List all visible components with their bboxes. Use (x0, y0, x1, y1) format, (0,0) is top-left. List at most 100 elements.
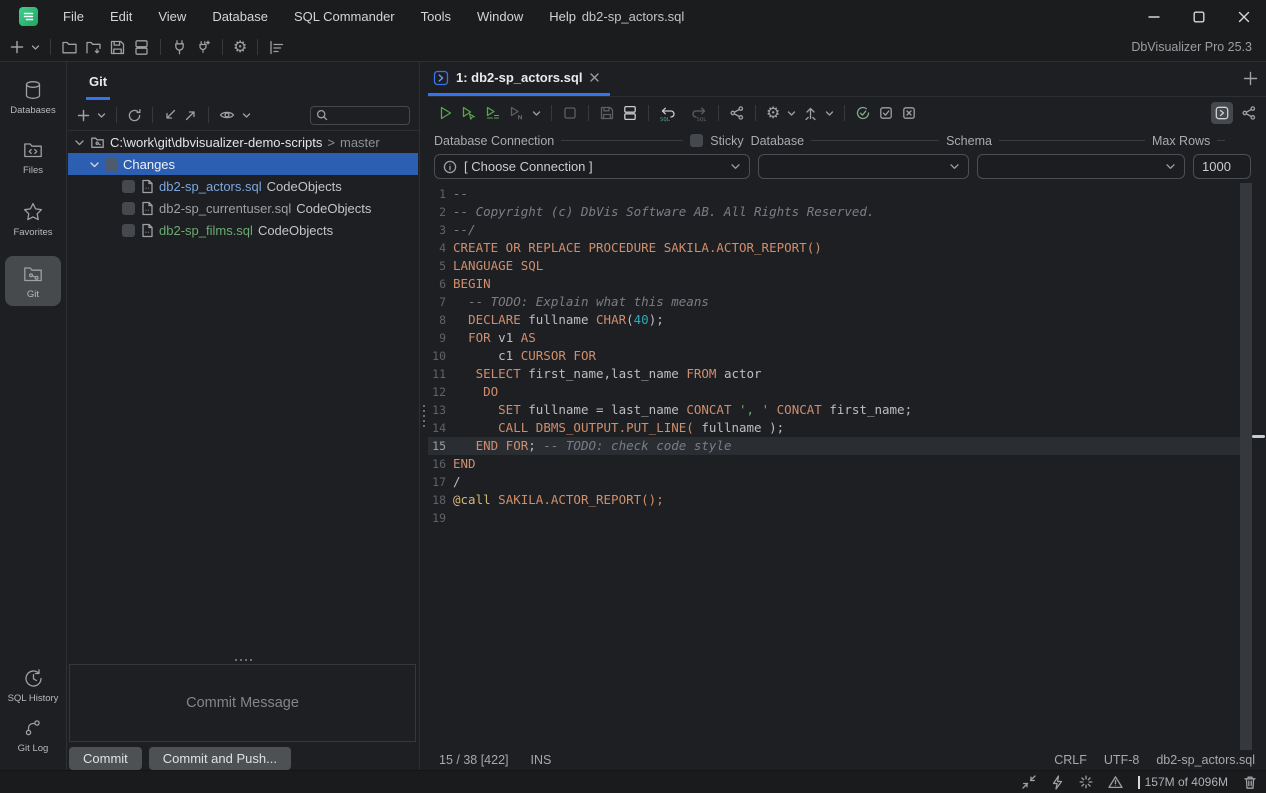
code-line[interactable]: 15 END FOR; -- TODO: check code style (428, 437, 1240, 455)
code-line[interactable]: 6BEGIN (428, 275, 1240, 293)
git-file-row[interactable]: db2-sp_currentuser.sqlCodeObjects (68, 197, 418, 219)
stop-button[interactable] (562, 105, 578, 121)
sidebar-item-databases[interactable]: Databases (5, 72, 61, 122)
sidebar-item-git[interactable]: Git (5, 256, 61, 306)
code-line[interactable]: 9 FOR v1 AS (428, 329, 1240, 347)
open-file-icon[interactable] (61, 39, 78, 56)
git-panel-tab[interactable]: Git (86, 68, 110, 100)
menu-database[interactable]: Database (199, 9, 281, 24)
editor-save-all-icon[interactable] (622, 105, 638, 121)
load-chevron-icon[interactable] (825, 109, 834, 118)
file-checkbox[interactable] (122, 202, 135, 215)
menu-tools[interactable]: Tools (408, 9, 464, 24)
previous-sql-icon[interactable]: SQL (659, 105, 680, 122)
code-line[interactable]: 4CREATE OR REPLACE PROCEDURE SAKILA.ACTO… (428, 239, 1240, 257)
code-line[interactable]: 18@call SAKILA.ACTOR_REPORT(); (428, 491, 1240, 509)
lightning-icon[interactable] (1051, 775, 1064, 790)
view-options-eye-icon[interactable] (219, 107, 235, 123)
max-rows-input[interactable] (1193, 154, 1251, 179)
changes-tree-row[interactable]: Changes (68, 153, 418, 175)
minimize-button[interactable] (1131, 0, 1176, 33)
sql-code-editor[interactable]: 1--2-- Copyright (c) DbVis Software AB. … (428, 183, 1240, 750)
code-line[interactable]: 17/ (428, 473, 1240, 491)
editor-tab-active[interactable]: 1: db2-sp_actors.sql (428, 62, 610, 96)
connection-select[interactable]: [ Choose Connection ] (434, 154, 750, 179)
git-search-input[interactable] (332, 108, 402, 122)
code-line[interactable]: 3--/ (428, 221, 1240, 239)
toggle-editor-panel-button[interactable] (1211, 102, 1233, 124)
execution-plan-icon[interactable] (729, 105, 745, 121)
right-panel-grip[interactable] (1252, 435, 1265, 438)
close-button[interactable] (1221, 0, 1266, 33)
git-push-icon[interactable] (184, 108, 198, 122)
code-line[interactable]: 10 c1 CURSOR FOR (428, 347, 1240, 365)
code-line[interactable]: 12 DO (428, 383, 1240, 401)
collapse-arrows-icon[interactable] (1022, 775, 1036, 789)
save-icon[interactable] (109, 39, 126, 56)
menu-window[interactable]: Window (464, 9, 536, 24)
sort-bars-icon[interactable] (268, 39, 285, 56)
settings-gear-icon[interactable]: ⚙ (233, 39, 247, 55)
code-line[interactable]: 13 SET fullname = last_name CONCAT ', ' … (428, 401, 1240, 419)
editor-save-icon[interactable] (599, 105, 615, 121)
menu-file[interactable]: File (50, 9, 97, 24)
commit-check-icon[interactable] (855, 105, 871, 121)
schema-select[interactable] (977, 154, 1185, 179)
code-line[interactable]: 19 (428, 509, 1240, 527)
code-line[interactable]: 2-- Copyright (c) DbVis Software AB. All… (428, 203, 1240, 221)
commit-and-push-button[interactable]: Commit and Push... (149, 747, 291, 770)
execute-buffer-button[interactable] (484, 105, 501, 121)
menu-sql-commander[interactable]: SQL Commander (281, 9, 408, 24)
editor-settings-gear-icon[interactable]: ⚙ (766, 105, 780, 121)
next-sql-icon[interactable]: SQL (687, 105, 708, 122)
git-pull-icon[interactable] (163, 108, 177, 122)
git-add-button[interactable] (77, 109, 90, 122)
tab-close-icon[interactable] (589, 72, 600, 83)
git-splitter-handle[interactable] (68, 655, 419, 664)
file-checkbox[interactable] (122, 180, 135, 193)
new-tab-chevron-icon[interactable] (31, 43, 40, 52)
changes-checkbox[interactable] (105, 158, 118, 171)
spinner-icon[interactable] (1079, 775, 1093, 789)
code-line[interactable]: 16END (428, 455, 1240, 473)
menu-edit[interactable]: Edit (97, 9, 145, 24)
chevron-expanded-icon[interactable] (89, 159, 100, 170)
disconnect-icon[interactable] (195, 39, 212, 56)
execute-explain-button[interactable] (508, 105, 525, 121)
add-editor-tab-button[interactable] (1243, 71, 1258, 86)
file-checkbox[interactable] (122, 224, 135, 237)
sidebar-item-files[interactable]: Files (5, 132, 61, 182)
checkbox-check-icon[interactable] (878, 105, 894, 121)
execute-current-button[interactable] (460, 105, 477, 121)
commit-button[interactable]: Commit (69, 747, 142, 770)
code-line[interactable]: 7 -- TODO: Explain what this means (428, 293, 1240, 311)
chevron-expanded-icon[interactable] (74, 137, 85, 148)
memory-indicator[interactable]: 157M of 4096M (1138, 775, 1228, 789)
editor-scrollbar[interactable] (1240, 183, 1252, 750)
open-recent-icon[interactable] (85, 39, 102, 56)
load-script-icon[interactable] (803, 105, 818, 121)
view-options-chevron-icon[interactable] (242, 111, 251, 120)
execute-options-chevron-icon[interactable] (532, 109, 541, 118)
maximize-button[interactable] (1176, 0, 1221, 33)
panel-splitter[interactable] (421, 62, 428, 770)
git-file-row[interactable]: db2-sp_actors.sqlCodeObjects (68, 175, 418, 197)
commit-message-input[interactable]: Commit Message (69, 664, 416, 742)
trash-icon[interactable] (1243, 775, 1257, 790)
git-refresh-icon[interactable] (127, 108, 142, 123)
save-all-icon[interactable] (133, 39, 150, 56)
menu-view[interactable]: View (145, 9, 199, 24)
git-add-chevron-icon[interactable] (97, 111, 106, 120)
database-select[interactable] (758, 154, 969, 179)
connect-icon[interactable] (171, 39, 188, 56)
execute-button[interactable] (437, 105, 453, 121)
code-line[interactable]: 5LANGUAGE SQL (428, 257, 1240, 275)
sticky-checkbox[interactable] (690, 134, 703, 147)
settings-chevron-icon[interactable] (787, 109, 796, 118)
checkbox-cross-icon[interactable] (901, 105, 917, 121)
sidebar-item-sql-history[interactable]: SQL History (5, 660, 61, 710)
code-line[interactable]: 14 CALL DBMS_OUTPUT.PUT_LINE( fullname )… (428, 419, 1240, 437)
code-line[interactable]: 11 SELECT first_name,last_name FROM acto… (428, 365, 1240, 383)
code-line[interactable]: 8 DECLARE fullname CHAR(40); (428, 311, 1240, 329)
new-tab-button[interactable] (10, 40, 24, 54)
